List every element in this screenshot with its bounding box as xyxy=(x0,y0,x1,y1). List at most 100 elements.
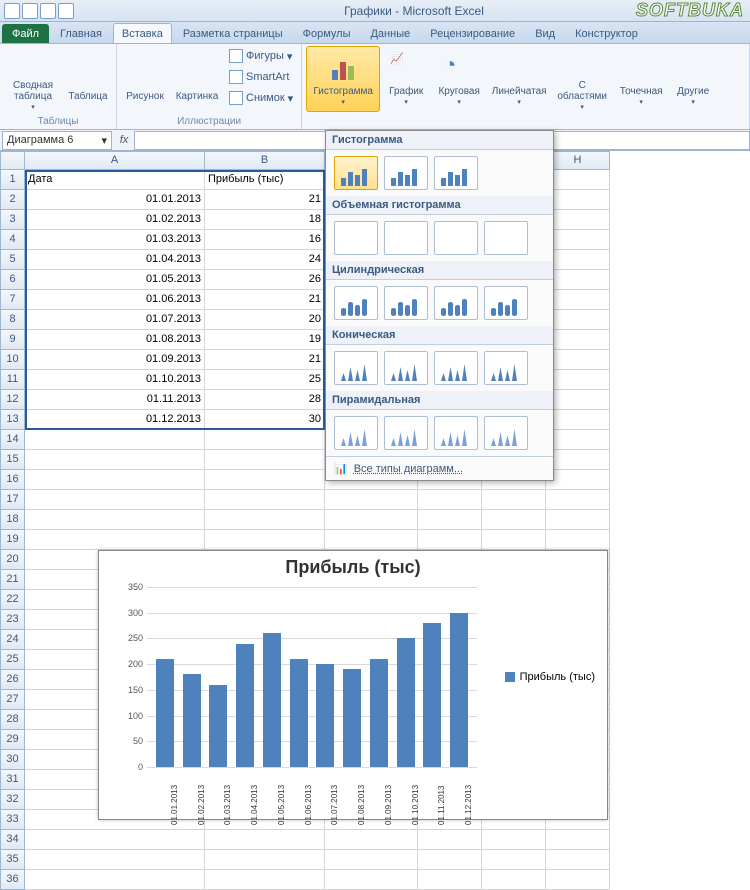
chart-type-thumb[interactable] xyxy=(384,221,428,255)
cell-B4[interactable]: 16 xyxy=(205,230,325,250)
cell-H15[interactable] xyxy=(546,450,610,470)
row-header-18[interactable]: 18 xyxy=(0,510,25,530)
row-header-25[interactable]: 25 xyxy=(0,650,25,670)
chart-type-thumb[interactable] xyxy=(384,286,428,320)
bar-chart-button[interactable]: Линейчатая▾ xyxy=(488,46,550,112)
chart-type-thumb[interactable] xyxy=(334,156,378,190)
col-header-B[interactable]: B xyxy=(205,151,325,170)
row-header-23[interactable]: 23 xyxy=(0,610,25,630)
cell-H35[interactable] xyxy=(546,850,610,870)
line-chart-button[interactable]: 📈 График▾ xyxy=(382,46,430,112)
cell-E17[interactable] xyxy=(325,490,418,510)
row-header-31[interactable]: 31 xyxy=(0,770,25,790)
chart-type-thumb[interactable] xyxy=(334,351,378,385)
cell-A13[interactable]: 01.12.2013 xyxy=(25,410,205,430)
tab-home[interactable]: Главная xyxy=(51,23,111,43)
cell-A16[interactable] xyxy=(25,470,205,490)
row-header-15[interactable]: 15 xyxy=(0,450,25,470)
select-all-cell[interactable] xyxy=(0,151,25,170)
cell-B16[interactable] xyxy=(205,470,325,490)
cell-H16[interactable] xyxy=(546,470,610,490)
cell-F35[interactable] xyxy=(418,850,482,870)
cell-B7[interactable]: 21 xyxy=(205,290,325,310)
row-header-1[interactable]: 1 xyxy=(0,170,25,190)
row-header-13[interactable]: 13 xyxy=(0,410,25,430)
cell-B10[interactable]: 21 xyxy=(205,350,325,370)
cell-H1[interactable] xyxy=(546,170,610,190)
cell-A6[interactable]: 01.05.2013 xyxy=(25,270,205,290)
cell-A2[interactable]: 01.01.2013 xyxy=(25,190,205,210)
cell-B6[interactable]: 26 xyxy=(205,270,325,290)
tab-insert[interactable]: Вставка xyxy=(113,23,172,43)
cell-F17[interactable] xyxy=(418,490,482,510)
row-header-14[interactable]: 14 xyxy=(0,430,25,450)
screenshot-button[interactable]: Снимок ▾ xyxy=(225,88,297,108)
cell-A35[interactable] xyxy=(25,850,205,870)
row-header-8[interactable]: 8 xyxy=(0,310,25,330)
cell-H19[interactable] xyxy=(546,530,610,550)
shapes-button[interactable]: Фигуры ▾ xyxy=(225,46,297,66)
chart-type-thumb[interactable] xyxy=(484,416,528,450)
cell-B14[interactable] xyxy=(205,430,325,450)
all-chart-types-button[interactable]: 📊Все типы диаграмм... xyxy=(326,456,553,480)
row-header-24[interactable]: 24 xyxy=(0,630,25,650)
save-icon[interactable] xyxy=(22,3,38,19)
cell-F36[interactable] xyxy=(418,870,482,890)
cell-B17[interactable] xyxy=(205,490,325,510)
cell-G35[interactable] xyxy=(482,850,546,870)
cell-H13[interactable] xyxy=(546,410,610,430)
cell-H5[interactable] xyxy=(546,250,610,270)
cell-G34[interactable] xyxy=(482,830,546,850)
row-header-26[interactable]: 26 xyxy=(0,670,25,690)
row-header-19[interactable]: 19 xyxy=(0,530,25,550)
cell-B5[interactable]: 24 xyxy=(205,250,325,270)
cell-H17[interactable] xyxy=(546,490,610,510)
row-header-16[interactable]: 16 xyxy=(0,470,25,490)
cell-G18[interactable] xyxy=(482,510,546,530)
undo-icon[interactable] xyxy=(40,3,56,19)
cell-B34[interactable] xyxy=(205,830,325,850)
row-header-6[interactable]: 6 xyxy=(0,270,25,290)
row-header-22[interactable]: 22 xyxy=(0,590,25,610)
cell-A36[interactable] xyxy=(25,870,205,890)
tab-pagelayout[interactable]: Разметка страницы xyxy=(174,23,292,43)
row-header-4[interactable]: 4 xyxy=(0,230,25,250)
tab-formulas[interactable]: Формулы xyxy=(294,23,360,43)
row-header-2[interactable]: 2 xyxy=(0,190,25,210)
row-header-29[interactable]: 29 xyxy=(0,730,25,750)
col-header-A[interactable]: A xyxy=(25,151,205,170)
cell-A8[interactable]: 01.07.2013 xyxy=(25,310,205,330)
cell-H2[interactable] xyxy=(546,190,610,210)
cell-H34[interactable] xyxy=(546,830,610,850)
col-header-H[interactable]: H xyxy=(546,151,610,170)
embedded-chart[interactable]: Прибыль (тыс) 05010015020025030035001.01… xyxy=(98,550,608,820)
chart-type-thumb[interactable] xyxy=(434,221,478,255)
cell-B8[interactable]: 20 xyxy=(205,310,325,330)
cell-H8[interactable] xyxy=(546,310,610,330)
chart-type-thumb[interactable] xyxy=(484,221,528,255)
cell-A3[interactable]: 01.02.2013 xyxy=(25,210,205,230)
clipart-button[interactable]: Картинка xyxy=(171,46,223,112)
cell-B3[interactable]: 18 xyxy=(205,210,325,230)
chart-type-thumb[interactable] xyxy=(484,286,528,320)
cell-H10[interactable] xyxy=(546,350,610,370)
cell-H6[interactable] xyxy=(546,270,610,290)
cell-H11[interactable] xyxy=(546,370,610,390)
cell-B2[interactable]: 21 xyxy=(205,190,325,210)
table-button[interactable]: Таблица xyxy=(64,46,112,112)
cell-H12[interactable] xyxy=(546,390,610,410)
row-header-35[interactable]: 35 xyxy=(0,850,25,870)
row-header-32[interactable]: 32 xyxy=(0,790,25,810)
cell-A9[interactable]: 01.08.2013 xyxy=(25,330,205,350)
row-header-34[interactable]: 34 xyxy=(0,830,25,850)
row-header-27[interactable]: 27 xyxy=(0,690,25,710)
cell-A14[interactable] xyxy=(25,430,205,450)
cell-H9[interactable] xyxy=(546,330,610,350)
cell-A17[interactable] xyxy=(25,490,205,510)
cell-B13[interactable]: 30 xyxy=(205,410,325,430)
row-header-10[interactable]: 10 xyxy=(0,350,25,370)
cell-H18[interactable] xyxy=(546,510,610,530)
chart-type-thumb[interactable] xyxy=(484,351,528,385)
row-header-36[interactable]: 36 xyxy=(0,870,25,890)
cell-H4[interactable] xyxy=(546,230,610,250)
